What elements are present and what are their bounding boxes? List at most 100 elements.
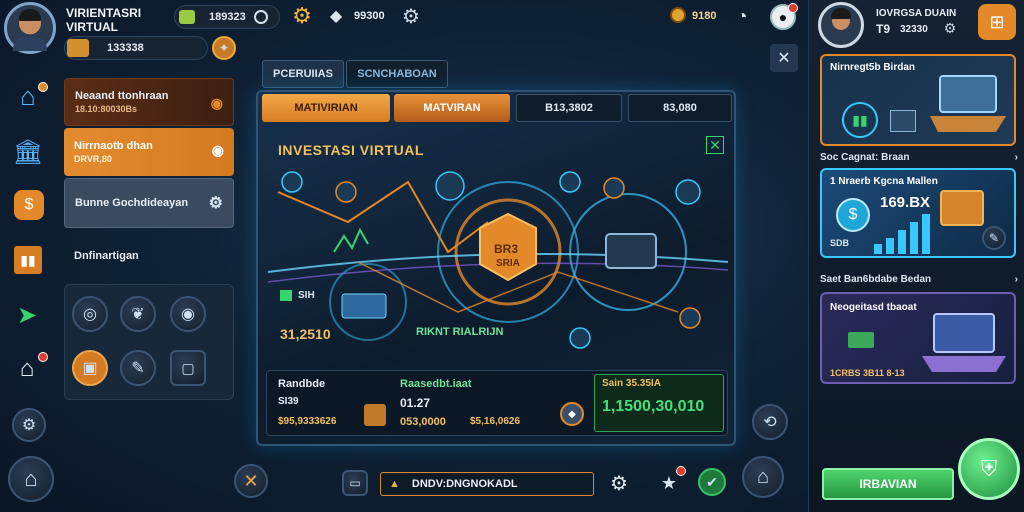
settings-small-icon[interactable] bbox=[253, 10, 268, 24]
coin-counter[interactable]: 133338 bbox=[64, 36, 208, 60]
tab-main-2[interactable]: B13,3802 bbox=[516, 94, 622, 122]
arrow-icon[interactable]: ➤ bbox=[12, 300, 42, 330]
stat-value-4: 053,0000 bbox=[400, 416, 446, 428]
settings-icon[interactable]: ⚙ bbox=[400, 5, 422, 28]
warning-icon: ▲ bbox=[389, 478, 400, 490]
menu-item-0[interactable]: Neaand ttonhraan 18.10:80030Bs ◉ bbox=[64, 78, 234, 126]
investment-panel: MATIVIRIAN MATVIRAN B13,3802 83,080 INVE… bbox=[256, 90, 736, 446]
lock-icon[interactable]: ▭ bbox=[342, 470, 368, 496]
bank-icon[interactable]: 🏛 bbox=[12, 136, 44, 168]
home-nav-icon[interactable]: ⌂ bbox=[742, 456, 784, 498]
menu-item-title: Dnfinartigan bbox=[74, 250, 139, 262]
section-title: Soc Cagnat: Braan bbox=[820, 151, 910, 163]
menu-item-2[interactable]: Bunne Gochdideayan ⚙ bbox=[64, 178, 234, 228]
section-head-1[interactable]: Saet Ban6bdabe Bedan › bbox=[818, 270, 1018, 288]
cash-icon bbox=[179, 10, 195, 24]
left-tag: SIH bbox=[280, 290, 315, 301]
tab-top-1[interactable]: SCNCHABOAN bbox=[346, 60, 448, 88]
profile-settings-icon[interactable]: ⚙ bbox=[942, 20, 958, 36]
profile-level: T9 bbox=[876, 22, 891, 36]
speedometer-icon[interactable]: ◔ bbox=[730, 4, 754, 28]
settings-small-icon: ⚙ bbox=[208, 195, 223, 212]
menu-item-title: Neaand ttonhraan bbox=[75, 90, 169, 102]
section-head-0[interactable]: Soc Cagnat: Braan › bbox=[818, 148, 1018, 166]
stat-value-2: $95,9333626 bbox=[278, 416, 337, 427]
menu-item-sub: DRVR,80 bbox=[74, 154, 112, 164]
shield-action-button[interactable]: ⛨ bbox=[958, 438, 1020, 500]
cancel-button[interactable]: ✕ bbox=[234, 464, 268, 498]
notification-dot bbox=[788, 3, 798, 13]
stat-value-5: $5,16,0626 bbox=[470, 416, 521, 427]
eye-icon[interactable]: ◉ bbox=[170, 296, 206, 332]
player-title: VIRTUAL bbox=[66, 20, 118, 34]
action-button[interactable]: IRBAVIAN bbox=[822, 468, 954, 500]
home-badge bbox=[38, 82, 48, 92]
piggy-bank-icon[interactable]: $ bbox=[14, 190, 44, 220]
gold-coin-icon bbox=[670, 7, 686, 23]
right-card-1[interactable]: 1 Nraerb Kgcna Mallen $ 169.BX SDB ✎ bbox=[820, 168, 1016, 258]
frame-icon[interactable]: ▢ bbox=[170, 350, 206, 386]
tools-icon[interactable]: ✕ bbox=[770, 44, 798, 72]
top-bar: VIRIENTASRI VIRTUAL 133338 ✦ 189323 ⚙ ◆ … bbox=[0, 0, 808, 72]
left-value: 31,2510 bbox=[280, 326, 331, 342]
stat-label-1: Randbde bbox=[278, 378, 326, 390]
player-name: VIRIENTASRI bbox=[66, 6, 142, 20]
menu-item-title: Bunne Gochdideayan bbox=[75, 197, 189, 209]
check-icon[interactable]: ✔ bbox=[698, 468, 726, 496]
menu-item-title: Nirrnaotb dhan bbox=[74, 140, 153, 152]
search-input[interactable]: ▲ DNDV:DNGNOKADL bbox=[380, 472, 594, 496]
tab-main-0[interactable]: MATIVIRIAN bbox=[262, 94, 390, 122]
bars-icon bbox=[874, 214, 930, 254]
currency-value: 189323 bbox=[209, 11, 246, 23]
eye-badge-icon: ◉ bbox=[210, 95, 223, 111]
eye-badge-icon: ◉ bbox=[211, 142, 224, 158]
hub-sub: SRIA bbox=[496, 258, 520, 269]
card-title: 1 Nraerb Kgcna Mallen bbox=[830, 176, 938, 187]
chevron-right-icon: › bbox=[1014, 151, 1018, 163]
house-badge bbox=[38, 352, 48, 362]
right-card-2[interactable]: Neogeitasd tbaoat 1CRBS 3B11 8-13 bbox=[820, 292, 1016, 384]
total-label: Sain 35.35IA bbox=[602, 378, 661, 389]
chest-icon bbox=[940, 190, 984, 226]
coin-value: 133338 bbox=[107, 42, 144, 54]
profile-avatar[interactable] bbox=[818, 2, 864, 48]
search-value: DNDV:DNGNOKADL bbox=[411, 478, 518, 490]
hub-value: BR3 bbox=[494, 242, 519, 256]
settings-bottom-icon[interactable]: ⚙ bbox=[606, 470, 632, 496]
coin-add-button[interactable]: ✦ bbox=[212, 36, 236, 60]
tab-main-3[interactable]: 83,080 bbox=[628, 94, 732, 122]
home-bottom-icon[interactable]: ⌂ bbox=[8, 456, 54, 502]
currency-counter[interactable]: 189323 bbox=[174, 5, 280, 29]
wrench-icon[interactable]: ✎ bbox=[120, 350, 156, 386]
card-title: Nirnregt5b Birdan bbox=[830, 62, 916, 73]
menu-item-3[interactable]: Dnfinartigan bbox=[64, 232, 234, 280]
leaf-icon[interactable]: ❦ bbox=[120, 296, 156, 332]
menu-grid-icon[interactable]: ⊞ bbox=[978, 4, 1016, 40]
gem-icon: ◆ bbox=[329, 8, 343, 25]
player-avatar[interactable] bbox=[4, 2, 56, 54]
gear-icon[interactable]: ⚙ bbox=[290, 3, 314, 28]
chart-icon[interactable]: ▮▮ bbox=[14, 246, 42, 274]
card-title: Neogeitasd tbaoat bbox=[830, 302, 917, 313]
shield-icon: ◆ bbox=[560, 402, 584, 426]
target-icon[interactable]: ◎ bbox=[72, 296, 108, 332]
profile-name: IOVRGSA DUAIN bbox=[876, 8, 957, 19]
card-value: 1CRBS 3B11 8-13 bbox=[830, 368, 905, 378]
stat-label-2: Raasedbt.iaat bbox=[400, 378, 472, 390]
menu-item-1[interactable]: Nirrnaotb dhan DRVR,80 ◉ bbox=[64, 128, 234, 176]
tab-main-1[interactable]: MATVIRAN bbox=[394, 94, 510, 122]
tool-icon[interactable]: ✎ bbox=[982, 226, 1006, 250]
growth-icon: ▮▮ bbox=[842, 102, 878, 138]
card-value: 169.BX bbox=[880, 194, 931, 211]
laptop-icon bbox=[930, 75, 1006, 132]
token-icon[interactable]: ⚙ bbox=[12, 408, 46, 442]
gems-value: 99300 bbox=[354, 10, 385, 22]
stat-value-1: SI39 bbox=[278, 396, 299, 407]
center-label: RIKNT RIALRIJN bbox=[416, 326, 504, 338]
box-icon[interactable]: ▣ bbox=[72, 350, 108, 386]
tab-top-0[interactable]: PCERUIIAS bbox=[262, 60, 344, 88]
right-card-0[interactable]: Nirnregt5b Birdan ▮▮ bbox=[820, 54, 1016, 146]
chevron-right-icon: › bbox=[1014, 273, 1018, 285]
ring-icon[interactable]: ⟲ bbox=[752, 404, 788, 440]
gold-value: 9180 bbox=[692, 10, 717, 22]
